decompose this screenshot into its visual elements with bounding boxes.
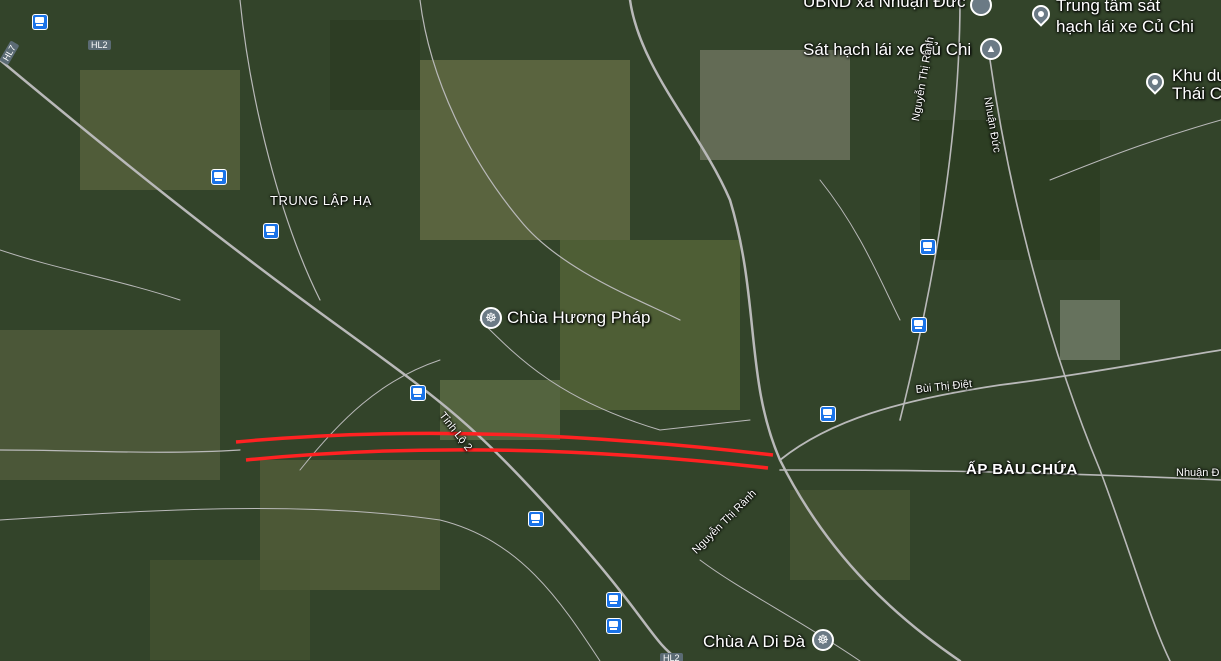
bus-stop-icon[interactable] xyxy=(528,511,544,527)
area-label-trung-lap-ha: TRUNG LẬP HẠ xyxy=(270,193,372,208)
field-patch xyxy=(420,60,630,240)
graduation-cap-icon[interactable]: ▲ xyxy=(980,38,1002,60)
bus-stop-icon[interactable] xyxy=(32,14,48,30)
bus-stop-icon[interactable] xyxy=(606,592,622,608)
road-label-nhuan-duc-east: Nhuận Đ xyxy=(1176,467,1220,479)
field-patch xyxy=(1060,300,1120,360)
bus-stop-icon[interactable] xyxy=(606,618,622,634)
area-label-ap-bau-chua: ẤP BÀU CHỨA xyxy=(966,461,1078,478)
poi-label-khu-du-2[interactable]: Thái C xyxy=(1172,84,1221,104)
bus-stop-icon[interactable] xyxy=(911,317,927,333)
satellite-imagery xyxy=(0,0,1221,661)
field-patch xyxy=(330,20,420,110)
bus-stop-icon[interactable] xyxy=(920,239,936,255)
poi-label-driving-test[interactable]: Sát hạch lái xe Củ Chi xyxy=(803,40,971,60)
poi-label-driving-center-2[interactable]: hạch lái xe Củ Chi xyxy=(1056,17,1194,37)
field-patch xyxy=(920,120,1100,260)
poi-label-khu-du[interactable]: Khu du xyxy=(1172,66,1221,86)
route-shield: HL2 xyxy=(660,653,683,661)
satellite-map[interactable]: UBND xã Nhuận Đức Trung tâm sát hạch lái… xyxy=(0,0,1221,661)
field-patch xyxy=(0,330,220,480)
poi-label-chua-huong-phap[interactable]: Chùa Hương Pháp xyxy=(507,308,651,328)
route-shield: HL2 xyxy=(88,40,111,50)
dharma-wheel-icon[interactable]: ☸ xyxy=(480,307,502,329)
poi-label-chua-a-di-da[interactable]: Chùa A Di Đà xyxy=(703,632,805,652)
field-patch xyxy=(150,560,310,660)
bus-stop-icon[interactable] xyxy=(263,223,279,239)
poi-label-ubnd[interactable]: UBND xã Nhuận Đức xyxy=(803,0,966,12)
field-patch xyxy=(700,50,850,160)
bus-stop-icon[interactable] xyxy=(410,385,426,401)
bus-stop-icon[interactable] xyxy=(820,406,836,422)
dharma-wheel-icon[interactable]: ☸ xyxy=(812,629,834,651)
bus-stop-icon[interactable] xyxy=(211,169,227,185)
poi-label-driving-center[interactable]: Trung tâm sát xyxy=(1056,0,1160,16)
